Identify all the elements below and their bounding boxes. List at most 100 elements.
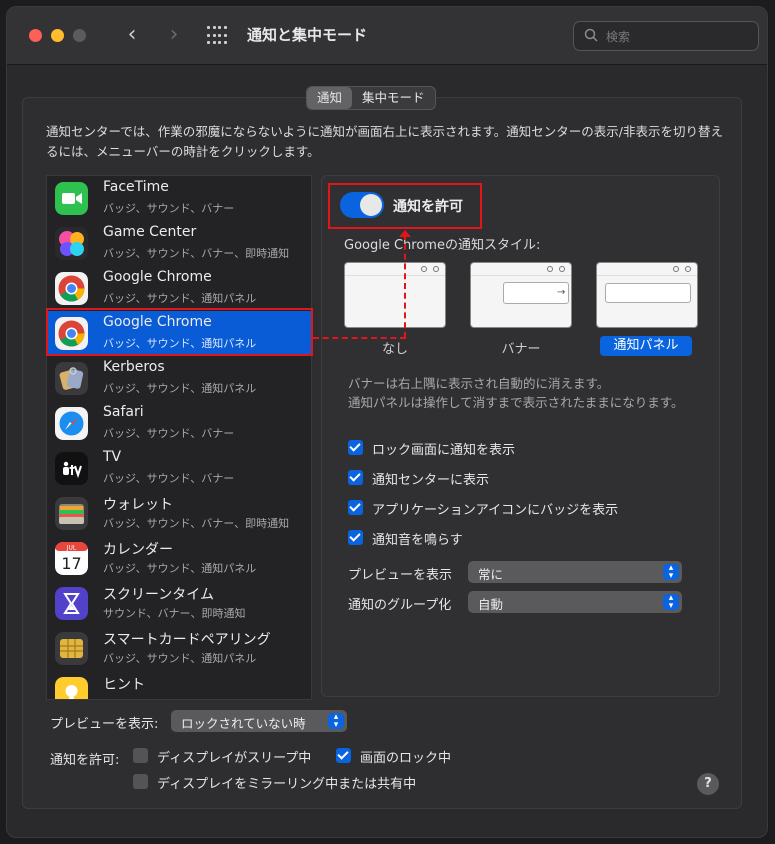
list-item[interactable]: Safari バッジ、サウンド、バナー (47, 401, 311, 446)
highlight-box-chrome-row (46, 308, 313, 356)
tab-focus[interactable]: 集中モード (352, 87, 435, 109)
annotation-dashed-line (404, 234, 406, 338)
app-name: ウォレット (103, 497, 173, 513)
checkbox[interactable] (133, 748, 148, 763)
search-field[interactable] (573, 21, 759, 51)
grouping-select[interactable]: 自動 ▴ ▾ (468, 591, 682, 613)
search-input[interactable] (606, 28, 746, 46)
style-banner-option[interactable]: → (470, 262, 572, 328)
app-name: Kerberos (103, 359, 165, 375)
calendar-icon-month: JUL (66, 545, 77, 552)
app-alert-summary: バッジ、サウンド、通知パネル (103, 562, 257, 575)
style-alert-label[interactable]: 通知パネル (600, 336, 692, 356)
checkbox[interactable] (348, 470, 363, 485)
calendar-icon: JUL 17 (55, 542, 88, 575)
window-title: 通知と集中モード (247, 26, 368, 44)
app-name: スマートカードペアリング (103, 632, 271, 648)
style-banner-label[interactable]: バナー (470, 338, 572, 357)
grouping-label: 通知のグループ化 (348, 598, 452, 613)
app-name: Game Center (103, 224, 197, 240)
app-alert-summary: バッジ、サウンド、バナー、即時通知 (103, 517, 290, 530)
close-button[interactable] (29, 29, 42, 42)
app-alert-summary: バッジ、サウンド、バナー (103, 472, 235, 485)
app-alert-summary: バッジ、サウンド、通知パネル (103, 292, 257, 305)
show-all-grid-icon[interactable] (207, 26, 227, 46)
list-item[interactable]: JUL 17 カレンダー バッジ、サウンド、通知パネル (47, 536, 311, 581)
select-value: 常に (478, 567, 504, 582)
smartcard-icon (55, 632, 88, 665)
style-hint-text: バナーは右上隅に表示され自動的に消えます。 通知パネルは操作して消すまで表示され… (348, 376, 684, 410)
app-alert-summary: バッジ、サウンド、通知パネル (103, 652, 257, 665)
tv-icon (55, 452, 88, 485)
checkbox-label: ロック画面に通知を表示 (372, 443, 516, 458)
checkbox[interactable] (348, 440, 363, 455)
style-none-option[interactable] (344, 262, 446, 328)
app-alert-summary: サウンド、バナー、即時通知 (103, 607, 246, 620)
checkbox-label: ディスプレイがスリープ中 (157, 751, 312, 766)
app-name: FaceTime (103, 179, 169, 195)
tab-notifications[interactable]: 通知 (307, 87, 353, 109)
game-center-icon (55, 227, 88, 260)
list-item[interactable]: Google Chrome バッジ、サウンド、通知パネル (47, 266, 311, 311)
menubar-preview (471, 263, 571, 276)
minimize-button[interactable] (51, 29, 64, 42)
title-bar: ‹ › 通知と集中モード (7, 7, 767, 65)
alert-style-title: Google Chromeの通知スタイル: (344, 238, 541, 253)
app-alert-summary: バッジ、サウンド、バナー (103, 202, 235, 215)
list-item[interactable]: ウォレット バッジ、サウンド、バナー、即時通知 (47, 491, 311, 536)
list-item[interactable]: Game Center バッジ、サウンド、バナー、即時通知 (47, 221, 311, 266)
preview-select[interactable]: 常に ▴ ▾ (468, 561, 682, 583)
list-item[interactable]: スマートカードペアリング バッジ、サウンド、通知パネル (47, 626, 311, 671)
help-button[interactable]: ? (697, 773, 719, 795)
checkbox[interactable] (336, 748, 351, 763)
menubar-preview (597, 263, 697, 276)
style-none-label[interactable]: なし (344, 338, 446, 357)
style-alert-option[interactable] (596, 262, 698, 328)
app-alert-summary: バッジ、サウンド、バナー (103, 427, 235, 440)
bottom-allow-label: 通知を許可: (50, 753, 120, 768)
zoom-button[interactable] (73, 29, 86, 42)
annotation-arrow-head-icon (399, 230, 411, 237)
checkbox-label: 画面のロック中 (360, 751, 452, 766)
list-item[interactable]: Kerberos バッジ、サウンド、通知パネル (47, 356, 311, 401)
select-value: ロックされていない時 (181, 716, 306, 731)
app-settings-panel (321, 175, 720, 697)
app-list[interactable]: FaceTime バッジ、サウンド、バナー Game Center バッジ、サウ… (46, 175, 312, 700)
wallet-icon (55, 497, 88, 530)
checkbox-label: アプリケーションアイコンにバッジを表示 (372, 503, 619, 518)
annotation-dashed-line (313, 337, 406, 339)
app-alert-summary: バッジ、サウンド、通知パネル (103, 382, 257, 395)
checkbox[interactable] (133, 774, 148, 789)
facetime-icon (55, 182, 88, 215)
back-chevron-icon[interactable]: ‹ (119, 22, 145, 48)
app-name: Safari (103, 404, 144, 420)
list-item[interactable]: TV バッジ、サウンド、バナー (47, 446, 311, 491)
arrow-right-icon: → (557, 287, 566, 298)
screen-time-icon (55, 587, 88, 620)
stepper-chevrons-icon: ▴ ▾ (663, 564, 679, 581)
checkbox[interactable] (348, 500, 363, 515)
forward-chevron-icon[interactable]: › (161, 22, 187, 48)
stepper-chevrons-icon: ▴ ▾ (663, 594, 679, 611)
tips-icon (55, 677, 88, 699)
preview-label: プレビューを表示 (348, 568, 453, 583)
checkbox-label: 通知音を鳴らす (372, 533, 463, 548)
segmented-tabs: 通知 集中モード (306, 86, 436, 110)
list-item[interactable]: ヒント (47, 671, 311, 699)
list-item[interactable]: FaceTime バッジ、サウンド、バナー (47, 176, 311, 221)
bottom-preview-label: プレビューを表示: (50, 717, 159, 732)
list-item[interactable]: スクリーンタイム サウンド、バナー、即時通知 (47, 581, 311, 626)
stepper-chevrons-icon: ▴ ▾ (328, 713, 344, 730)
app-name: Google Chrome (103, 269, 212, 285)
app-alert-summary: バッジ、サウンド、バナー、即時通知 (103, 247, 290, 260)
safari-icon (55, 407, 88, 440)
checkbox-label: 通知センターに表示 (372, 473, 490, 488)
checkbox-label: ディスプレイをミラーリング中または共有中 (157, 777, 417, 792)
calendar-icon-day: 17 (61, 554, 81, 573)
menubar-preview (345, 263, 445, 276)
bottom-preview-select[interactable]: ロックされていない時 ▴ ▾ (171, 710, 347, 732)
description-text: 通知センターでは、作業の邪魔にならないように通知が画面右上に表示されます。通知セ… (46, 124, 723, 159)
select-value: 自動 (478, 597, 504, 612)
app-name: スクリーンタイム (103, 587, 215, 603)
checkbox[interactable] (348, 530, 363, 545)
